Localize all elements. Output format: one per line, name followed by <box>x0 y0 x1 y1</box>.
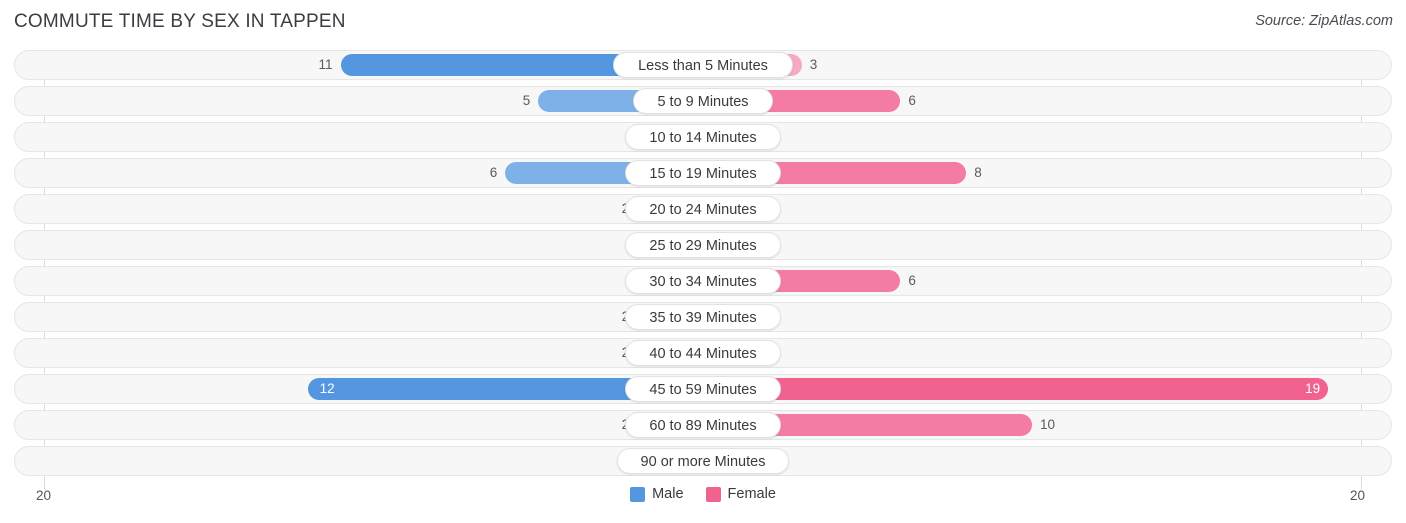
bar-row: 2 10 60 to 89 Minutes <box>0 410 1406 440</box>
category-label: 35 to 39 Minutes <box>625 304 781 330</box>
bar-rows: 11 3 Less than 5 Minutes 5 6 5 to 9 Minutes 10… <box>0 50 1406 482</box>
source-attribution: Source: ZipAtlas.com <box>1255 13 1393 29</box>
bar-row: 1010 to 14 Minutes <box>0 122 1406 152</box>
female-value-label: 3 <box>809 57 818 72</box>
category-label: 40 to 44 Minutes <box>625 340 781 366</box>
bar-row: 0630 to 34 Minutes <box>0 266 1406 296</box>
male-value-label: 12 <box>319 381 335 396</box>
bar-row: 2020 to 24 Minutes <box>0 194 1406 224</box>
legend-label: Female <box>727 486 776 502</box>
bar-row: 5 6 5 to 9 Minutes <box>0 86 1406 116</box>
male-value-label: 6 <box>489 165 498 180</box>
plot-area: 11 3 Less than 5 Minutes 5 6 5 to 9 Minutes 10… <box>0 50 1406 489</box>
legend-item[interactable]: Male <box>630 486 684 502</box>
bar-row: 6 8 15 to 19 Minutes <box>0 158 1406 188</box>
category-label: 10 to 14 Minutes <box>625 124 781 150</box>
bar-row: 2035 to 39 Minutes <box>0 302 1406 332</box>
legend-swatch-icon <box>630 486 646 502</box>
female-value-label: 6 <box>908 273 916 288</box>
category-label: 30 to 34 Minutes <box>625 268 781 294</box>
category-label: 25 to 29 Minutes <box>625 232 781 258</box>
bar-row: 0025 to 29 Minutes <box>0 230 1406 260</box>
bar-row: 0090 or more Minutes <box>0 446 1406 476</box>
female-bar[interactable] <box>703 378 1329 400</box>
category-label: 5 to 9 Minutes <box>633 88 773 114</box>
bar-row: 11 3 Less than 5 Minutes <box>0 50 1406 80</box>
category-label: 20 to 24 Minutes <box>625 196 781 222</box>
male-value-label: 2 <box>577 342 630 364</box>
male-value-label: 11 <box>318 57 333 72</box>
male-value-label: 2 <box>577 414 630 436</box>
bar-row: 12 19 45 to 59 Minutes <box>0 374 1406 404</box>
legend-swatch-icon <box>705 486 721 502</box>
female-value-label: 10 <box>1040 417 1056 432</box>
male-value-label: 2 <box>577 306 630 328</box>
legend-item[interactable]: Female <box>705 486 776 502</box>
female-value-label: 6 <box>908 93 916 108</box>
chart-container: COMMUTE TIME BY SEX IN TAPPEN Source: Zi… <box>0 0 1406 523</box>
legend-label: Male <box>652 486 684 502</box>
chart-legend: Male Female <box>0 486 1406 502</box>
category-label: 60 to 89 Minutes <box>625 412 781 438</box>
female-value-label: 8 <box>974 165 982 180</box>
page-title: COMMUTE TIME BY SEX IN TAPPEN <box>14 11 346 32</box>
category-label: 45 to 59 Minutes <box>625 376 781 402</box>
category-label: 90 or more Minutes <box>617 448 789 474</box>
male-value-label: 5 <box>522 93 531 108</box>
female-value-label: 19 <box>1305 381 1321 396</box>
bar-row: 2040 to 44 Minutes <box>0 338 1406 368</box>
category-label: Less than 5 Minutes <box>613 52 793 78</box>
male-value-label: 2 <box>577 198 630 220</box>
category-label: 15 to 19 Minutes <box>625 160 781 186</box>
